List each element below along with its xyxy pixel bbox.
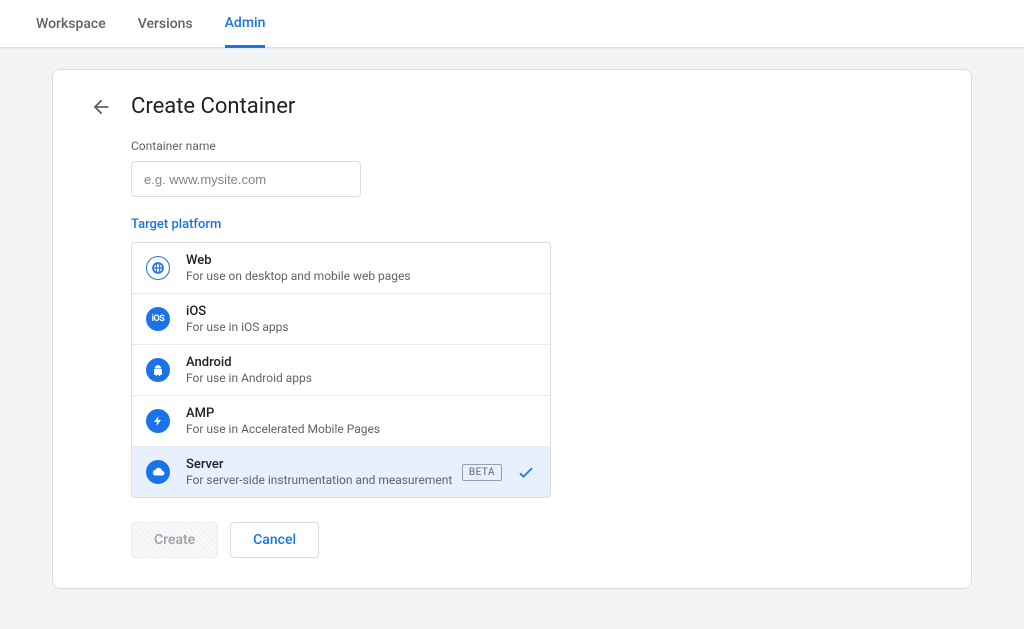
- target-platform-label: Target platform: [131, 217, 551, 232]
- platform-text: Web For use on desktop and mobile web pa…: [186, 253, 536, 283]
- platform-desc: For use in Accelerated Mobile Pages: [186, 422, 536, 436]
- platform-android[interactable]: Android For use in Android apps: [132, 344, 550, 395]
- android-icon: [146, 358, 170, 382]
- platform-web[interactable]: Web For use on desktop and mobile web pa…: [132, 243, 550, 293]
- platform-list: Web For use on desktop and mobile web pa…: [131, 242, 551, 498]
- tab-admin[interactable]: Admin: [225, 0, 266, 48]
- server-icon: [146, 460, 170, 484]
- platform-title: iOS: [186, 304, 536, 319]
- platform-text: AMP For use in Accelerated Mobile Pages: [186, 406, 536, 436]
- platform-desc: For use on desktop and mobile web pages: [186, 269, 536, 283]
- beta-badge: BETA: [462, 464, 502, 481]
- button-row: Create Cancel: [131, 522, 551, 558]
- platform-ios[interactable]: iOS iOS For use in iOS apps: [132, 293, 550, 344]
- ios-icon: iOS: [146, 307, 170, 331]
- cancel-button[interactable]: Cancel: [230, 522, 319, 558]
- back-arrow-icon[interactable]: [89, 95, 113, 119]
- container-name-label: Container name: [131, 139, 551, 153]
- platform-desc: For use in iOS apps: [186, 320, 536, 334]
- tab-versions[interactable]: Versions: [138, 0, 193, 48]
- platform-desc: For use in Android apps: [186, 371, 536, 385]
- amp-icon: [146, 409, 170, 433]
- platform-text: Server For server-side instrumentation a…: [186, 457, 462, 487]
- container-name-input[interactable]: [131, 161, 361, 197]
- form-area: Container name Target platform Web For u…: [131, 139, 551, 558]
- check-icon: [516, 462, 536, 482]
- platform-amp[interactable]: AMP For use in Accelerated Mobile Pages: [132, 395, 550, 446]
- platform-text: Android For use in Android apps: [186, 355, 536, 385]
- platform-title: Web: [186, 253, 536, 268]
- platform-text: iOS For use in iOS apps: [186, 304, 536, 334]
- platform-title: Android: [186, 355, 536, 370]
- create-container-card: Create Container Container name Target p…: [52, 69, 972, 589]
- card-header: Create Container: [89, 94, 935, 119]
- page-background: Create Container Container name Target p…: [0, 48, 1024, 629]
- page-title: Create Container: [131, 94, 295, 119]
- platform-title: AMP: [186, 406, 536, 421]
- platform-server[interactable]: Server For server-side instrumentation a…: [132, 446, 550, 497]
- header-tabs: Workspace Versions Admin: [0, 0, 1024, 48]
- tab-workspace[interactable]: Workspace: [36, 0, 106, 48]
- platform-title: Server: [186, 457, 462, 472]
- platform-desc: For server-side instrumentation and meas…: [186, 473, 462, 487]
- create-button[interactable]: Create: [131, 522, 218, 558]
- web-icon: [146, 256, 170, 280]
